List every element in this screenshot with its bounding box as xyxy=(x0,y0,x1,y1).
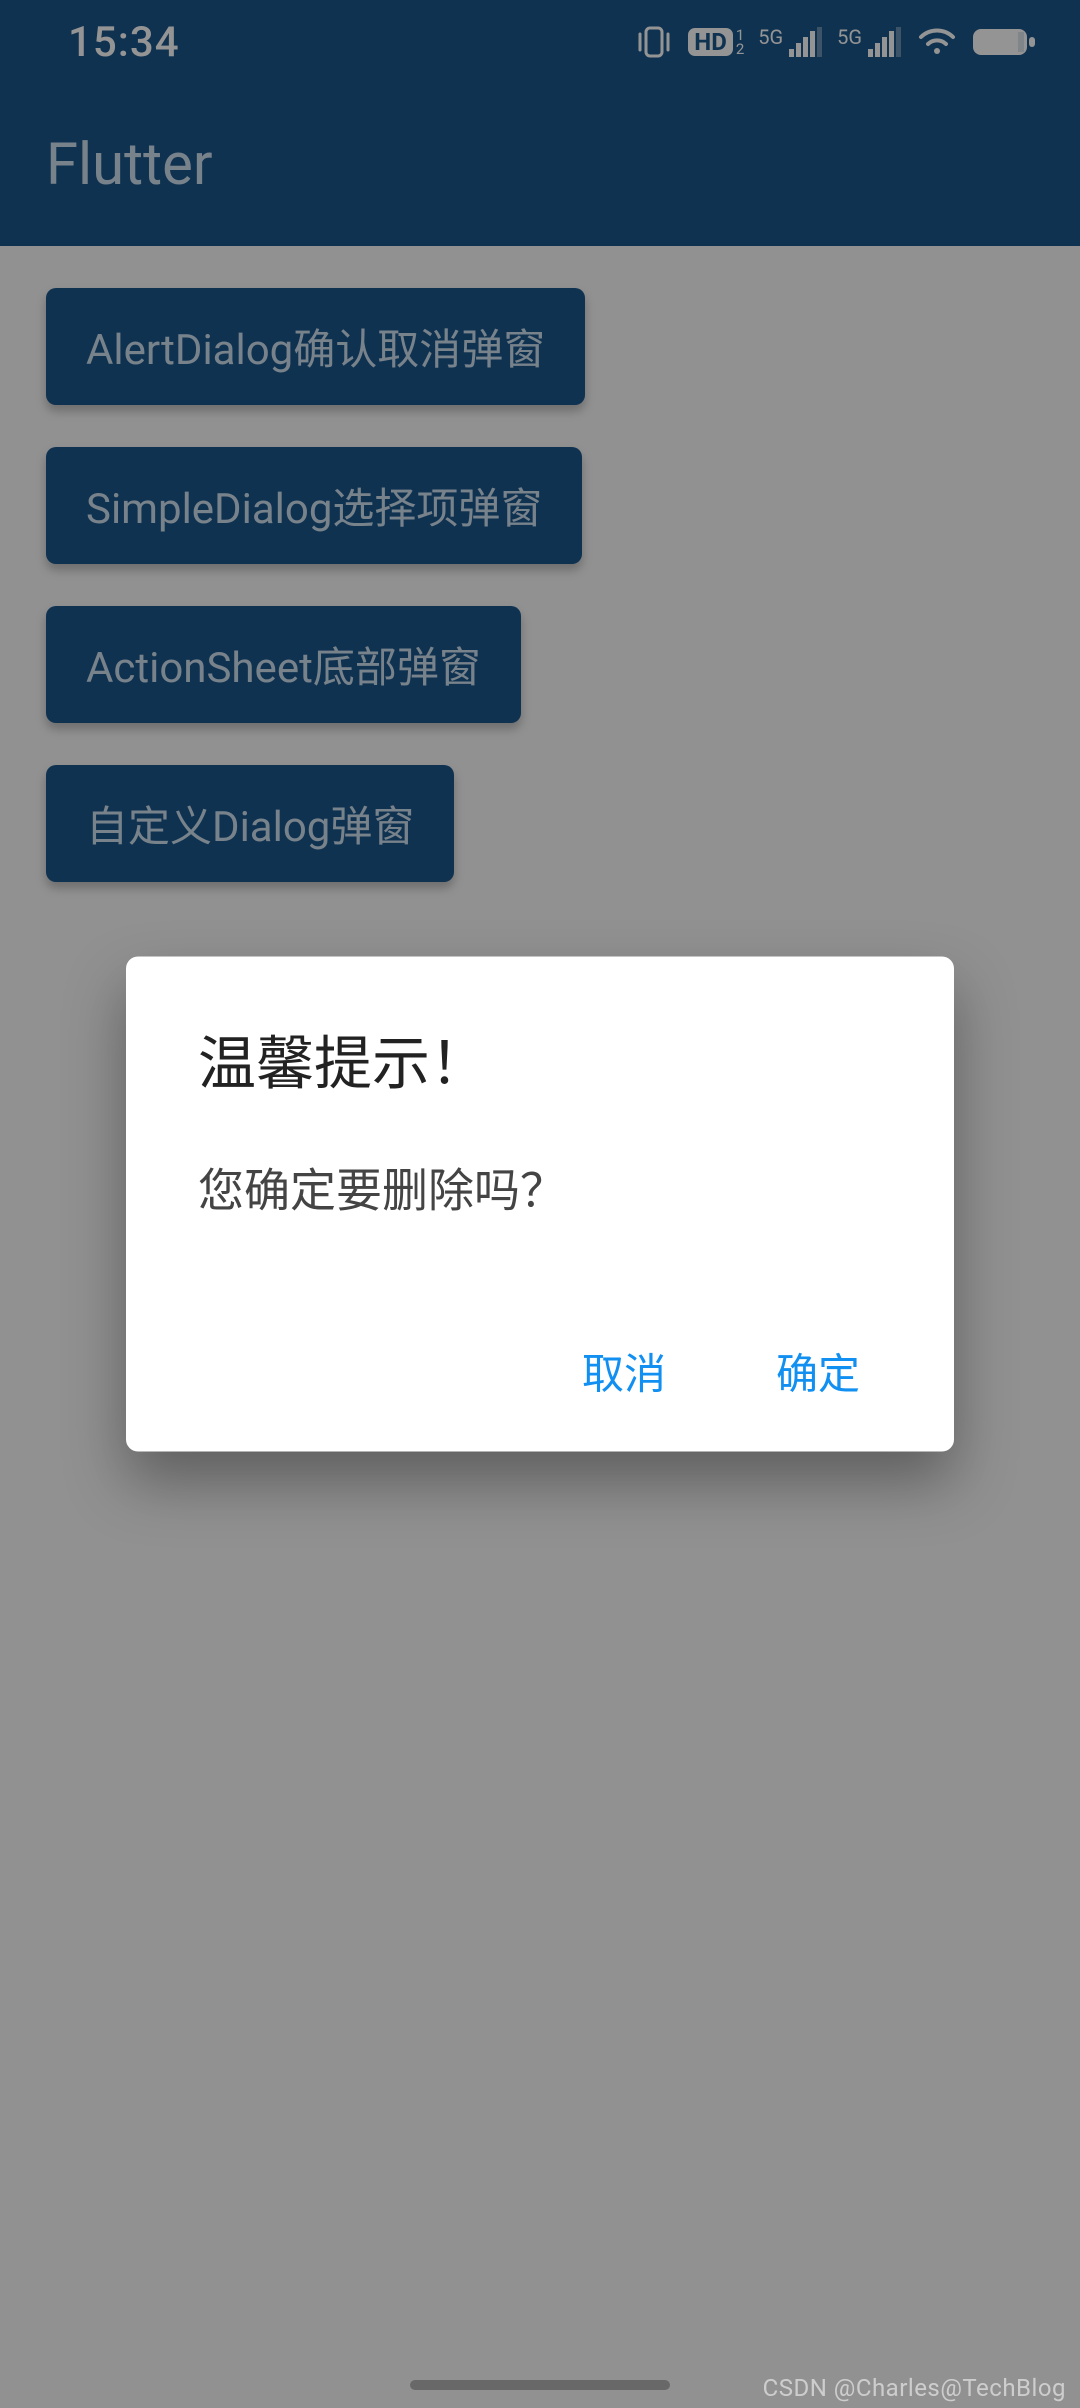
dialog-title: 温馨提示！ xyxy=(198,1017,882,1101)
watermark: CSDN @Charles@TechBlog xyxy=(763,2374,1066,2402)
confirm-button[interactable]: 确定 xyxy=(776,1341,860,1402)
screen: 15:34 HD 1 2 5G xyxy=(0,0,1080,2408)
dialog-content: 您确定要删除吗？ xyxy=(198,1155,882,1221)
dialog-actions: 取消 确定 xyxy=(198,1341,882,1426)
cancel-button[interactable]: 取消 xyxy=(582,1341,666,1402)
alert-dialog: 温馨提示！ 您确定要删除吗？ 取消 确定 xyxy=(126,957,954,1452)
home-indicator xyxy=(410,2380,670,2390)
